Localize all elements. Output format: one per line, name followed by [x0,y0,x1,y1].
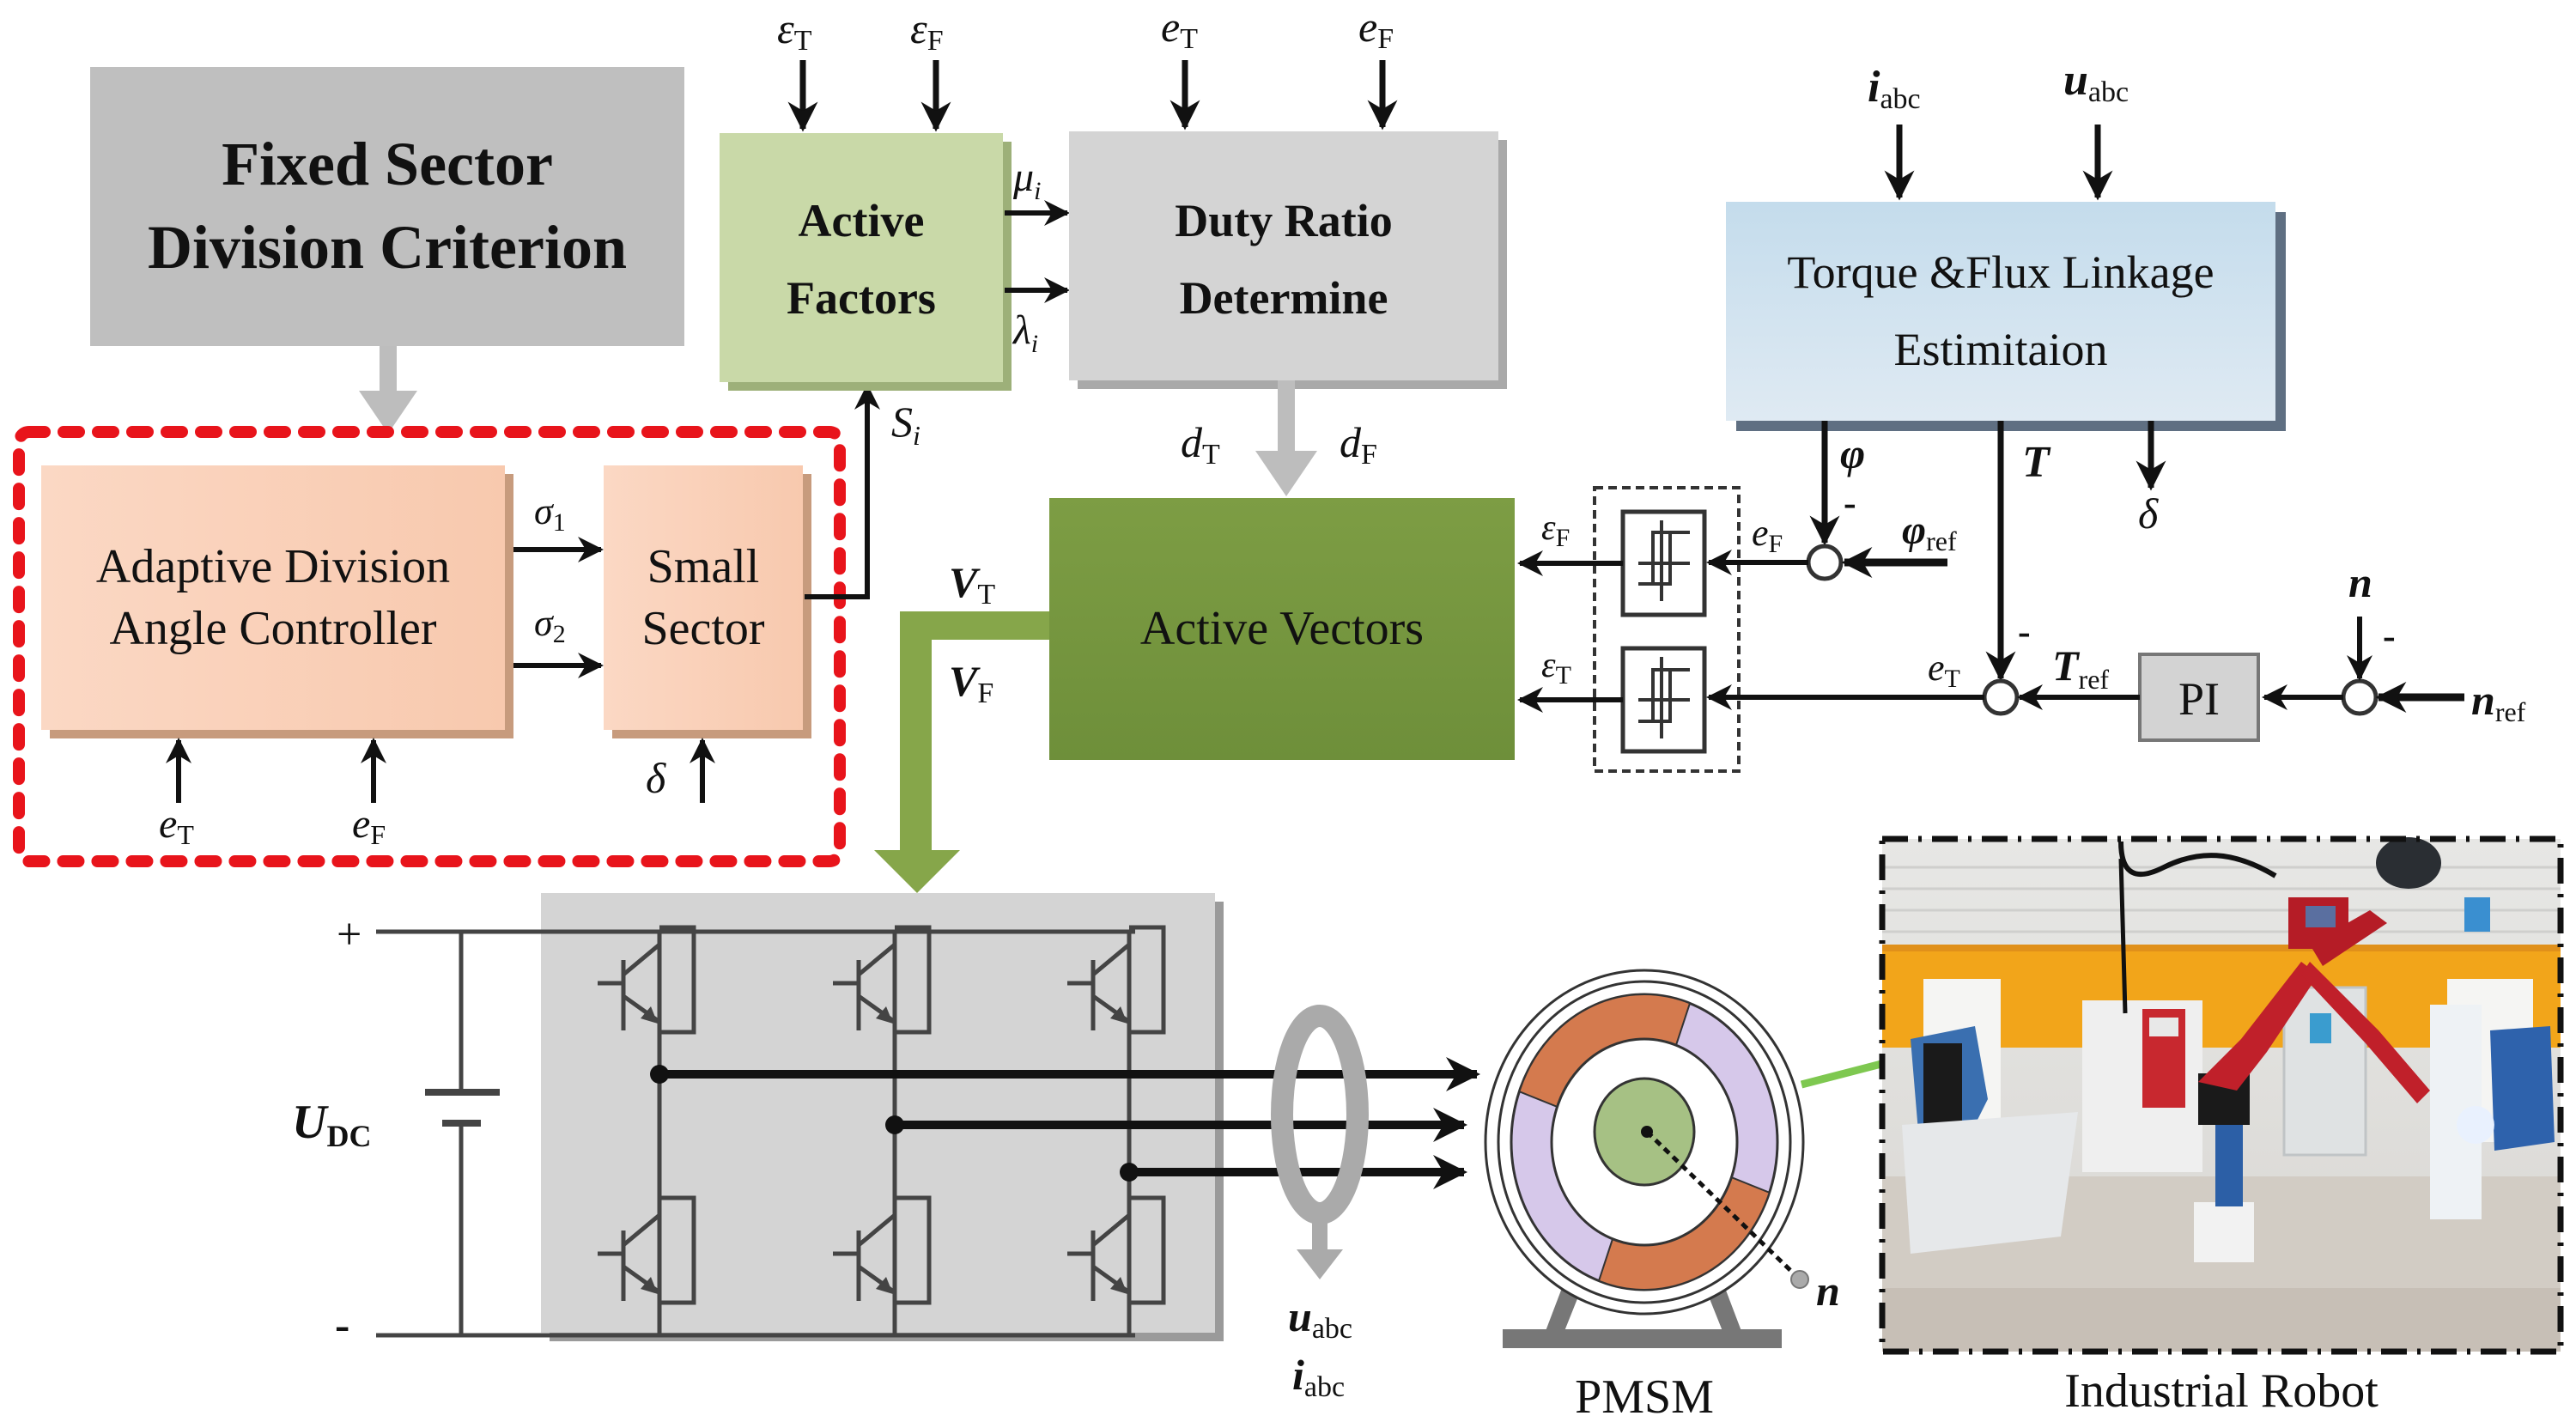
eF-right-label: eF [1752,512,1783,558]
dF-label: dF [1340,418,1377,471]
pmsm-caption: PMSM [1575,1370,1714,1424]
dT-label: dT [1181,418,1220,471]
uabc-top-label: uabc [2063,56,2129,108]
phi-label: φ [1840,429,1865,477]
speed-summing-junction [2341,678,2379,716]
mu-label: μi [1012,155,1041,205]
n-minus-sign: - [2383,615,2396,657]
duty-ratio-block: Duty Ratio Determine [1069,131,1507,389]
adaptive-eT-label: eT [159,801,194,850]
industrial-robot-photo [1879,836,2564,1355]
active-factors-line2: Factors [787,272,936,324]
uabc-bottom-label: uabc [1288,1292,1352,1345]
duty-ratio-line2: Determine [1180,272,1388,324]
udc-label: UDC [292,1096,371,1153]
sigma1-label: σ1 [534,490,566,537]
VF-label: VF [949,657,993,709]
eF-top-label: eF [1358,3,1394,55]
epsF-right-label: εF [1541,508,1570,552]
control-block-diagram: Fixed Sector Division Criterion Adaptive… [13,3,2564,1424]
dc-minus-label: - [335,1301,349,1350]
torque-flux-line2: Estimitaion [1894,324,2108,375]
si-label: Si [891,398,920,451]
duty-output-arrow [1255,380,1317,496]
VT-label: VT [949,558,995,611]
active-vectors-label: Active Vectors [1140,602,1424,655]
eT-right-label: eT [1928,647,1960,693]
pmsm-motor-icon [1484,969,1809,1348]
active-factors-line1: Active [799,195,925,246]
motor-speed-n-label: n [1816,1267,1840,1315]
fixed-sector-line1: Fixed Sector [222,130,553,198]
small-sector-line1: Small [647,540,760,593]
adaptive-controller-block: Adaptive Division Angle Controller [41,465,513,738]
current-sensor-icon [1271,1005,1369,1279]
adaptive-line2: Angle Controller [109,602,436,655]
epsF-top-label: εF [910,4,944,57]
dc-plus-label: + [337,910,361,959]
torque-flux-estimation-block: Torque &Flux Linkage Estimitaion [1726,202,2286,431]
iabc-bottom-label: iabc [1292,1351,1345,1403]
torque-flux-line1: Torque &Flux Linkage [1787,246,2214,298]
tref-label: Tref [2052,641,2109,695]
active-vectors-block: Active Vectors [1049,498,1515,760]
fixed-sector-line2: Division Criterion [148,213,627,282]
nref-label: nref [2471,676,2526,727]
vector-output-arrow [874,611,1049,893]
small-sector-block: Small Sector [604,465,811,738]
active-factors-block: Active Factors [720,133,1012,391]
torque-T-label: T [2022,438,2051,487]
duty-ratio-line1: Duty Ratio [1175,195,1393,246]
small-sector-delta-label: δ [646,754,666,802]
adaptive-line1: Adaptive Division [96,540,450,593]
phi-minus-sign: - [1844,482,1856,524]
epsT-top-label: εT [777,4,812,57]
robot-caption: Industrial Robot [2064,1364,2379,1418]
torque-hysteresis-comparator [1620,646,1707,754]
adaptive-eF-label: eF [352,801,386,850]
flux-summing-junction [1806,544,1844,581]
pi-label: PI [2178,673,2220,725]
n-top-label: n [2348,558,2372,606]
torque-minus-sign: - [2018,611,2031,653]
pi-controller-block: PI [2138,653,2260,742]
fixed-sector-block: Fixed Sector Division Criterion [90,67,684,346]
phi-ref-label: φref [1902,507,1957,556]
fixed-sector-output-arrow [359,346,417,434]
sigma2-label: σ2 [534,602,566,648]
torque-summing-junction [1982,678,2020,716]
epsT-right-label: εT [1541,646,1571,690]
lambda-label: λi [1012,307,1038,358]
iabc-top-label: iabc [1868,63,1921,115]
eT-top-label: eT [1161,3,1198,55]
small-sector-line2: Sector [641,602,764,655]
delta-output-label: δ [2138,489,2159,538]
flux-hysteresis-comparator [1620,509,1707,617]
